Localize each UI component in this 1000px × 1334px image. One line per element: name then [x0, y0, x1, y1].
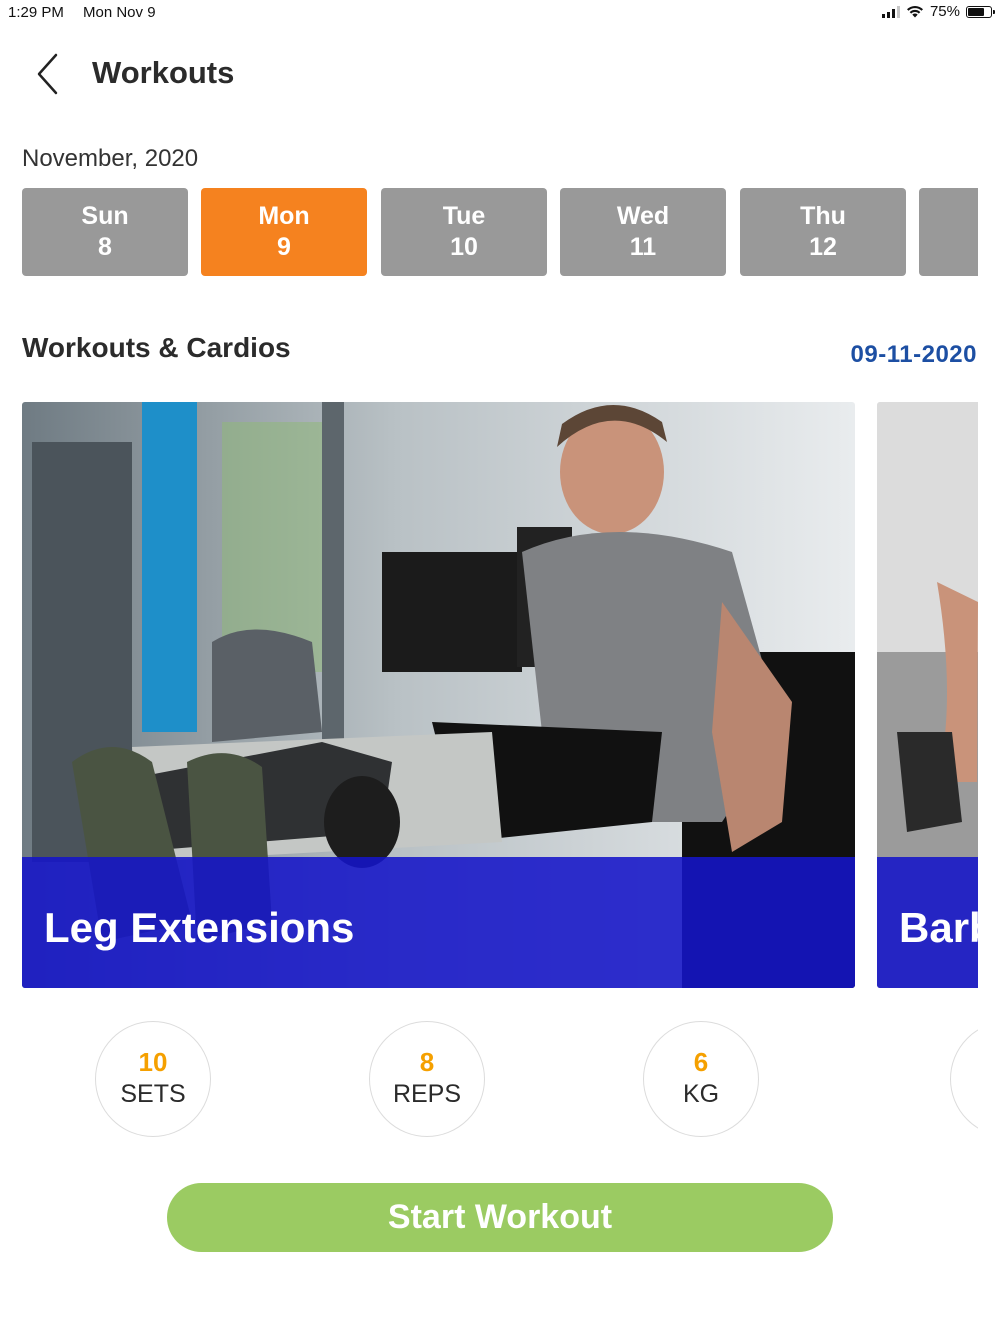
workout-name: Barb	[899, 904, 978, 951]
day-tile-next-partial[interactable]	[919, 188, 978, 276]
battery-percent: 75%	[929, 3, 960, 20]
page-title: Workouts	[92, 55, 235, 90]
back-button[interactable]	[30, 52, 70, 98]
start-workout-button[interactable]: Start Workout	[167, 1183, 833, 1252]
day-tile-thu-12[interactable]: Thu 12	[740, 188, 906, 276]
workout-name: Leg Extensions	[44, 904, 355, 951]
day-tile-sun-8[interactable]: Sun 8	[22, 188, 188, 276]
workout-card-next[interactable]: Barb	[877, 402, 978, 988]
day-tile-tue-10[interactable]: Tue 10	[381, 188, 547, 276]
day-number: 11	[629, 233, 657, 261]
day-weekday: Thu	[800, 202, 846, 230]
workout-card[interactable]: Leg Extensions	[22, 402, 855, 988]
day-number: 8	[98, 233, 112, 261]
day-weekday: Tue	[442, 202, 486, 230]
chevron-left-icon	[37, 53, 58, 95]
section-title: Workouts & Cardios	[22, 332, 291, 363]
status-bar: 1:29 PM Mon Nov 9 75%	[0, 0, 1000, 26]
day-number: 9	[277, 233, 291, 261]
stat-peek-clip	[0, 1000, 978, 1160]
section-date: 09-11-2020	[850, 341, 977, 368]
day-tile-wed-11[interactable]: Wed 11	[560, 188, 726, 276]
status-date: Mon Nov 9	[83, 4, 156, 21]
day-picker: Sun 8 Mon 9 Tue 10 Wed 11 Thu 12	[22, 188, 978, 276]
status-indicators: 75%	[881, 3, 995, 20]
cellular-signal-icon	[881, 5, 900, 18]
day-number: 10	[450, 233, 478, 261]
month-label: November, 2020	[22, 145, 199, 172]
day-number: 12	[809, 233, 837, 261]
day-weekday: Sun	[81, 202, 129, 230]
battery-icon	[966, 5, 995, 18]
day-tile-mon-9[interactable]: Mon 9	[201, 188, 367, 276]
status-time: 1:29 PM	[8, 4, 64, 21]
day-weekday: Mon	[258, 202, 310, 230]
day-weekday: Wed	[616, 202, 670, 230]
wifi-icon	[906, 5, 923, 18]
stat-next-partial	[950, 1021, 978, 1137]
